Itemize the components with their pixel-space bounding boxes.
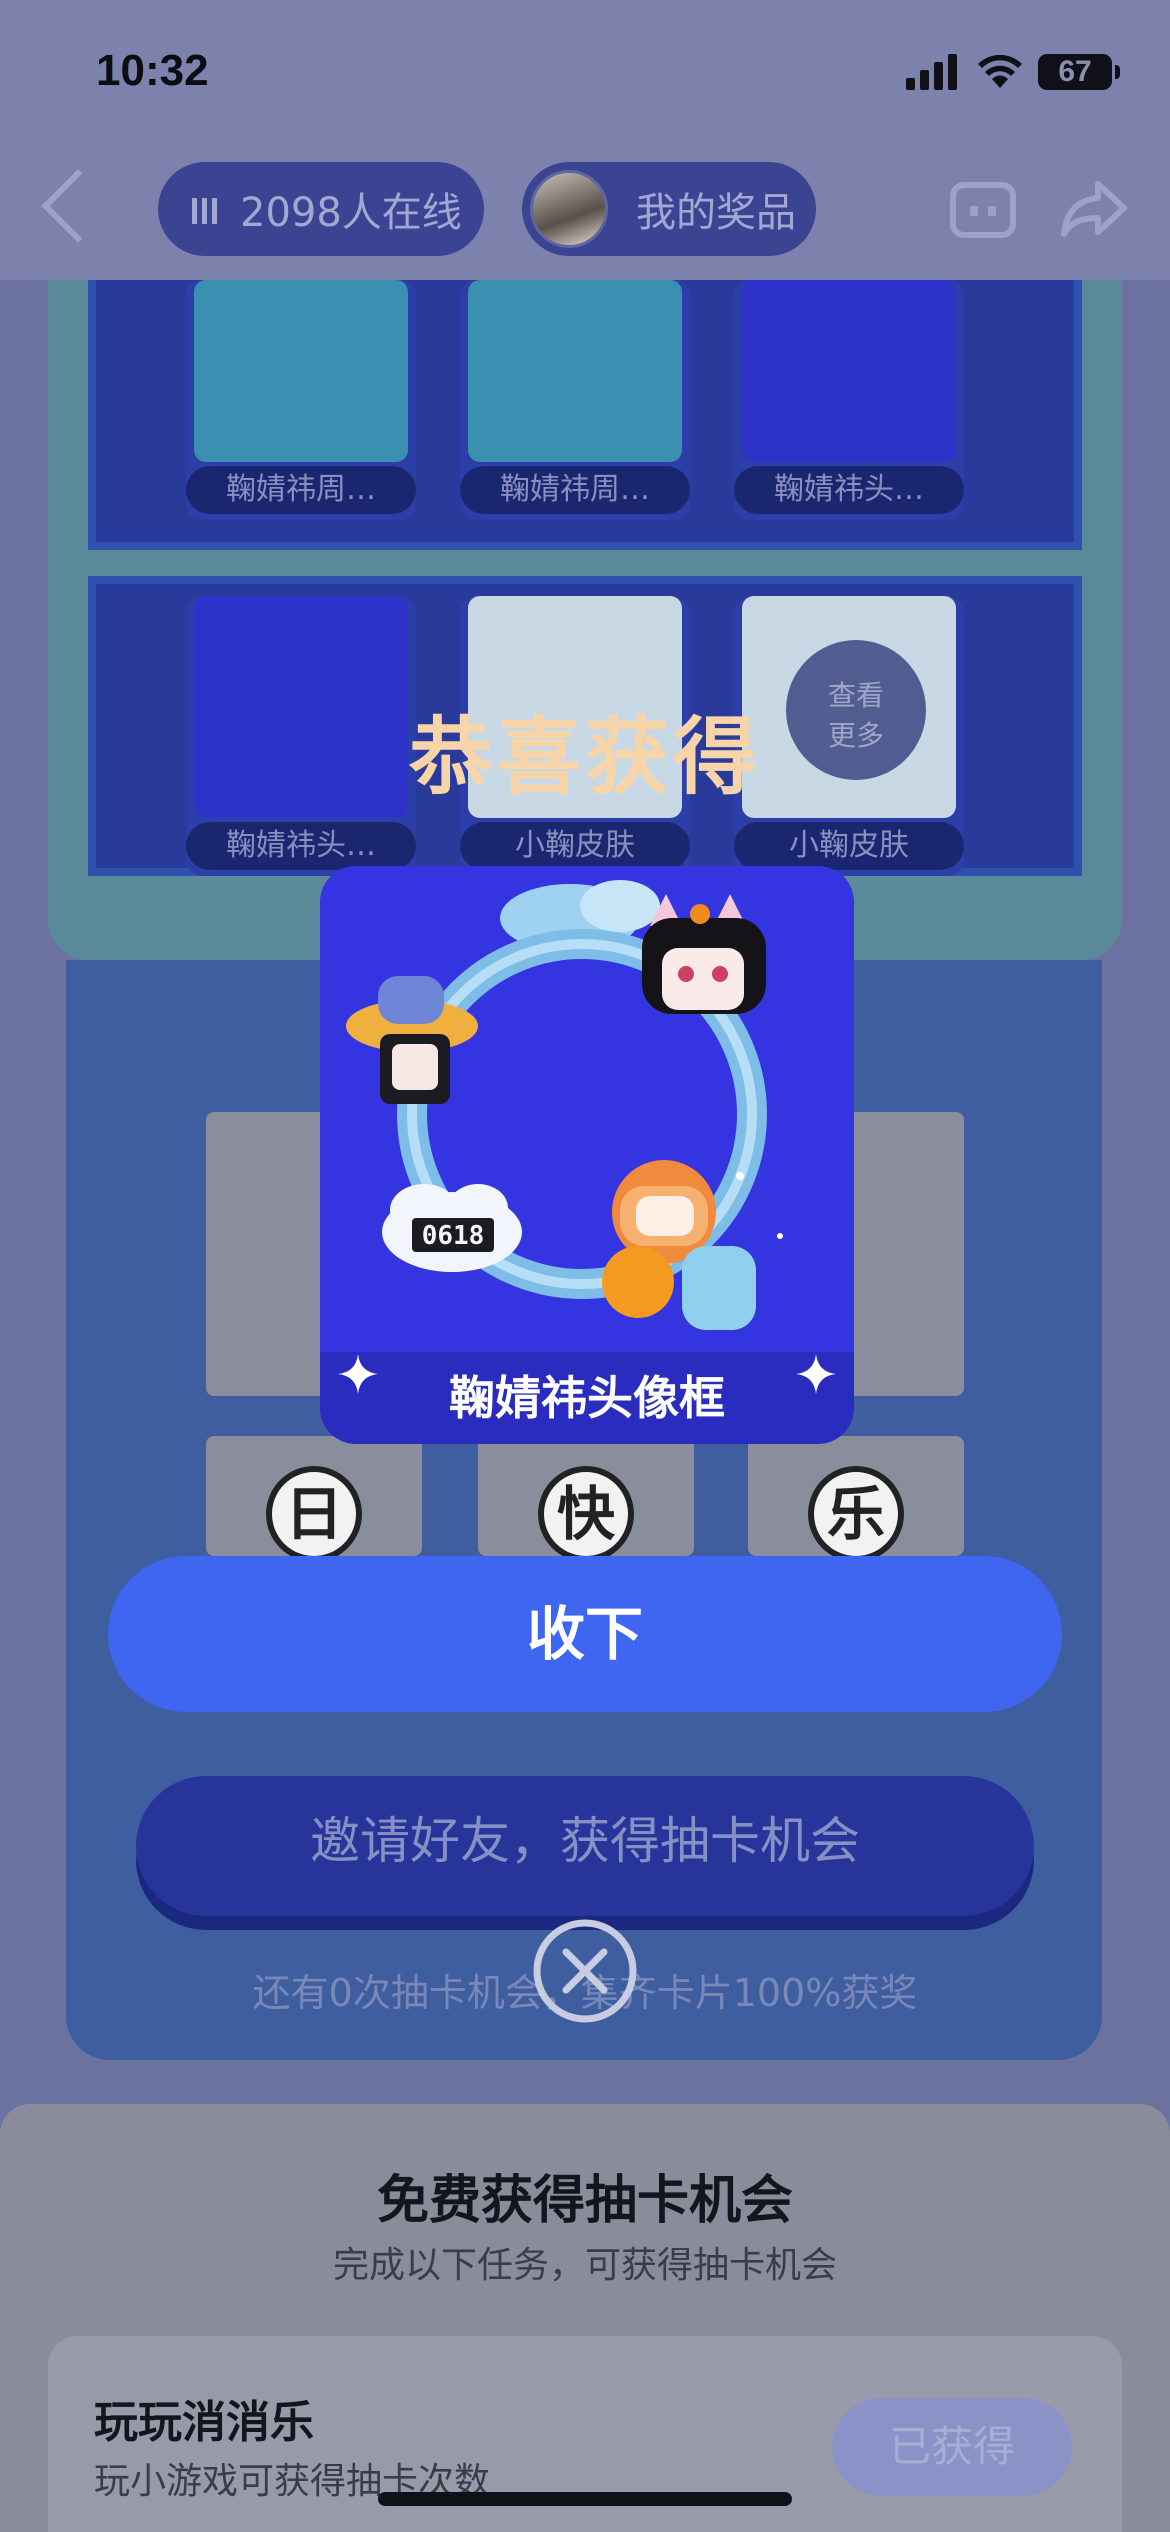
collection-tile: 乐	[748, 1436, 964, 1562]
prize-card: 0618 鞠婧祎头像框	[320, 866, 854, 1444]
avatar-frame-image: 0618	[346, 880, 783, 1330]
share-icon[interactable]	[1060, 178, 1128, 238]
bars-icon	[192, 194, 222, 224]
online-count: 2098人在线	[240, 190, 462, 236]
task-name: 玩玩消消乐	[94, 2397, 314, 2448]
shelf-card[interactable]: 鞠婧祎头…	[734, 280, 964, 520]
task-obtained-button[interactable]: 已获得	[832, 2398, 1072, 2496]
status-bar: 10:32 67	[0, 40, 1170, 110]
invite-friends-button[interactable]: 邀请好友，获得抽卡机会	[136, 1776, 1034, 1916]
card-label: 鞠婧祎周…	[186, 466, 416, 514]
shelf-card[interactable]: 鞠婧祎周…	[186, 280, 416, 520]
avatar	[530, 170, 608, 248]
sheet-title: 免费获得抽卡机会	[376, 2171, 793, 2231]
my-prizes-button[interactable]: 我的奖品	[522, 162, 816, 256]
card-image	[194, 280, 408, 462]
collection-tile: 快	[478, 1436, 694, 1562]
shelf-card[interactable]: 鞠婧祎周…	[460, 280, 690, 520]
card-label: 鞠婧祎周…	[460, 466, 690, 514]
prize-name: 鞠婧祎头像框	[449, 1371, 725, 1425]
signal-icon	[906, 54, 957, 90]
card-image	[742, 280, 956, 462]
tile-character: 快	[538, 1466, 634, 1562]
robot-icon[interactable]	[950, 182, 1016, 238]
online-count-pill: 2098人在线	[158, 162, 484, 256]
card-image	[468, 280, 682, 462]
close-icon[interactable]	[532, 1918, 638, 2024]
frame-badge-text: 0618	[422, 1221, 485, 1251]
home-indicator	[378, 2492, 792, 2506]
congrats-title: 恭喜获得	[408, 708, 761, 806]
card-label: 小鞠皮肤	[734, 822, 964, 870]
tile-character: 乐	[808, 1466, 904, 1562]
prize-label-bar: 鞠婧祎头像框	[320, 1352, 854, 1444]
collection-tile: 日	[206, 1436, 422, 1562]
tile-character: 日	[266, 1466, 362, 1562]
card-label: 鞠婧祎头…	[734, 466, 964, 514]
sparkle-icon	[796, 1354, 836, 1394]
card-label: 鞠婧祎头…	[186, 822, 416, 870]
status-time: 10:32	[96, 46, 209, 95]
sheet-subtitle: 完成以下任务，可获得抽卡机会	[332, 2245, 837, 2286]
my-prizes-label: 我的奖品	[636, 190, 796, 236]
battery-icon: 67	[1038, 54, 1120, 90]
wifi-icon	[978, 54, 1022, 88]
card-label: 小鞠皮肤	[460, 822, 690, 870]
accept-button[interactable]: 收下	[108, 1556, 1062, 1712]
